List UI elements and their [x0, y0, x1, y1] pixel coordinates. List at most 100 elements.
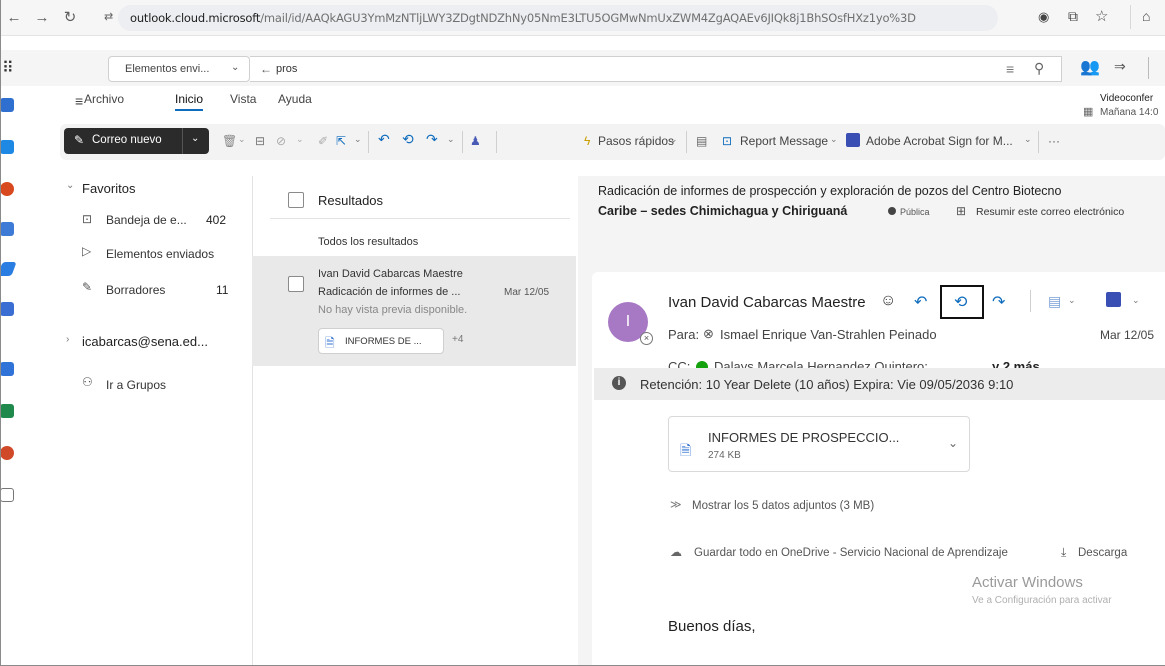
calendar-app-icon[interactable]	[0, 140, 14, 154]
tab-archivo[interactable]: Archivo	[84, 92, 124, 106]
button-divider	[182, 128, 183, 154]
pane-divider	[252, 176, 253, 666]
delete-icon[interactable]: 🗑	[222, 134, 237, 148]
report-message-button[interactable]: Report Message	[740, 134, 828, 148]
teams-share-icon[interactable]: ♟	[470, 134, 481, 148]
meeting-title[interactable]: Videoconfer	[1100, 93, 1153, 104]
favorite-star-icon[interactable]: ☆	[1095, 7, 1108, 25]
adobe-sign-icon[interactable]	[1106, 292, 1121, 307]
sweep-icon[interactable]: ✐	[318, 134, 328, 148]
adobe-sign-button[interactable]: Adobe Acrobat Sign for M...	[866, 134, 1013, 148]
todo-app-icon[interactable]	[0, 262, 17, 276]
reply-icon[interactable]: ↶	[914, 292, 927, 312]
ribbon-divider	[1038, 131, 1039, 153]
move-to-icon[interactable]: ⇱	[336, 134, 346, 148]
go-to-groups[interactable]: Ir a Grupos	[106, 378, 166, 392]
summarize-button[interactable]: Resumir este correo electrónico	[976, 206, 1124, 218]
teams-icon[interactable]: 👥	[1080, 57, 1100, 77]
chevron-down-icon[interactable]: ⌄	[830, 134, 838, 145]
site-info-icon[interactable]: ⇄	[104, 10, 113, 23]
email-subject-line1: Radicación de informes de prospección y …	[598, 184, 1062, 198]
chevron-down-icon[interactable]: ⌄	[1024, 134, 1032, 145]
message-preview: No hay vista previa disponible.	[318, 304, 468, 316]
account-folder[interactable]: icabarcas@sena.ed...	[82, 334, 208, 349]
copilot-app-icon[interactable]	[0, 182, 14, 196]
favorites-header[interactable]: Favoritos	[82, 181, 135, 196]
word-file-icon: 🗎	[680, 442, 692, 458]
status-away-icon: ⊗	[703, 326, 714, 341]
chevron-down-icon[interactable]: ⌄	[948, 436, 958, 450]
apps-icon[interactable]: ▤	[696, 134, 707, 148]
archive-icon[interactable]: ⊟	[255, 134, 265, 148]
search-icon[interactable]: ⚲	[1034, 60, 1044, 77]
feedback-icon[interactable]: ⇒	[1114, 58, 1126, 75]
tab-inicio[interactable]: Inicio	[175, 92, 204, 111]
more-options-button[interactable]: ···	[1048, 134, 1060, 148]
results-title: Resultados	[318, 193, 384, 208]
people-app-icon[interactable]	[0, 222, 14, 236]
chevron-down-icon[interactable]: ⌄	[354, 134, 362, 145]
sender-name[interactable]: Ivan David Cabarcas Maestre	[668, 294, 866, 311]
chevron-down-icon[interactable]: ⌄	[191, 133, 199, 144]
new-mail-button[interactable]: ✎ Correo nuevo ⌄	[64, 128, 209, 154]
filter-icon[interactable]: ≡	[1006, 61, 1014, 77]
save-to-onedrive-link[interactable]: Guardar todo en OneDrive - Servicio Naci…	[694, 547, 1008, 559]
apps-icon[interactable]: ▤	[1048, 293, 1061, 310]
sensitivity-icon	[888, 207, 896, 215]
reaction-icon[interactable]: ☺	[880, 292, 896, 310]
search-input[interactable]: ← pros ≡ ⚲	[250, 56, 1062, 82]
forward-icon[interactable]: →	[32, 8, 52, 28]
chevron-down-icon[interactable]: ⌄	[296, 134, 304, 145]
tab-vista[interactable]: Vista	[230, 92, 256, 106]
all-results-filter[interactable]: Todos los resultados	[318, 236, 418, 248]
report-icon[interactable]: ⊘	[276, 134, 286, 148]
ribbon-divider	[462, 131, 463, 153]
show-all-attachments-link[interactable]: Mostrar los 5 datos adjuntos (3 MB)	[692, 500, 874, 512]
address-bar[interactable]: ⇄ outlook.cloud.microsoft/mail/id/AAQkAG…	[104, 5, 998, 31]
app-launcher-icon[interactable]: ⠿	[2, 58, 22, 78]
more-apps-icon[interactable]	[0, 488, 14, 502]
forward-mail-icon[interactable]: ↷	[992, 292, 1005, 312]
chevron-down-icon[interactable]: ⌄	[66, 180, 74, 191]
recipient-name[interactable]: Ismael Enrique Van-Strahlen Peinado	[720, 327, 937, 342]
quick-steps-button[interactable]: Pasos rápidos	[598, 134, 674, 148]
chevron-right-icon[interactable]: ›	[66, 334, 69, 345]
mail-app-icon[interactable]	[0, 98, 14, 112]
more-attachments-count[interactable]: +4	[452, 334, 463, 345]
forward-mail-icon[interactable]: ↷	[426, 131, 438, 148]
quick-steps-icon[interactable]: ϟ	[584, 134, 590, 148]
word-app-icon[interactable]	[0, 362, 14, 376]
attachment-chip[interactable]: 🗎 INFORMES DE ...	[318, 328, 444, 354]
chevron-down-icon[interactable]: ⌄	[238, 134, 246, 145]
onedrive-app-icon[interactable]	[0, 302, 14, 316]
extensions-icon[interactable]: ⌂	[1142, 8, 1150, 24]
download-all-link[interactable]: Descarga	[1078, 547, 1127, 559]
folder-sent[interactable]: Elementos enviados	[106, 247, 214, 261]
tab-ayuda[interactable]: Ayuda	[278, 92, 312, 106]
message-checkbox[interactable]	[288, 276, 304, 292]
split-tab-icon[interactable]: ⧉	[1068, 8, 1078, 25]
attachment-size: 274 KB	[708, 450, 741, 461]
chevron-down-icon[interactable]: ⌄	[447, 134, 455, 145]
folder-inbox[interactable]: Bandeja de e...	[106, 213, 187, 227]
reply-icon[interactable]: ↶	[378, 131, 390, 148]
excel-app-icon[interactable]	[0, 404, 14, 418]
folder-drafts[interactable]: Borradores	[106, 283, 165, 297]
reload-icon[interactable]: ↻	[60, 8, 80, 28]
cloud-icon: ☁	[670, 545, 682, 559]
back-icon[interactable]: ←	[4, 8, 24, 28]
eye-icon[interactable]: ◉	[1038, 9, 1049, 25]
compose-icon: ✎	[74, 133, 85, 147]
sensitivity-label[interactable]: Pública	[900, 207, 930, 217]
chevron-down-icon[interactable]: ⌄	[670, 134, 678, 145]
reply-all-icon[interactable]: ⟲	[954, 292, 967, 312]
drafts-count-badge: 11	[216, 283, 229, 297]
select-all-checkbox[interactable]	[288, 192, 304, 208]
chevron-down-icon[interactable]: ⌄	[1132, 295, 1140, 306]
powerpoint-app-icon[interactable]	[0, 446, 14, 460]
search-scope-dropdown[interactable]: Elementos envi... ⌄	[108, 56, 250, 82]
back-arrow-icon[interactable]: ←	[260, 62, 272, 76]
reply-all-icon[interactable]: ⟲	[402, 131, 414, 148]
message-subject: Radicación de informes de ...	[318, 286, 461, 298]
chevron-down-icon[interactable]: ⌄	[1068, 295, 1076, 306]
